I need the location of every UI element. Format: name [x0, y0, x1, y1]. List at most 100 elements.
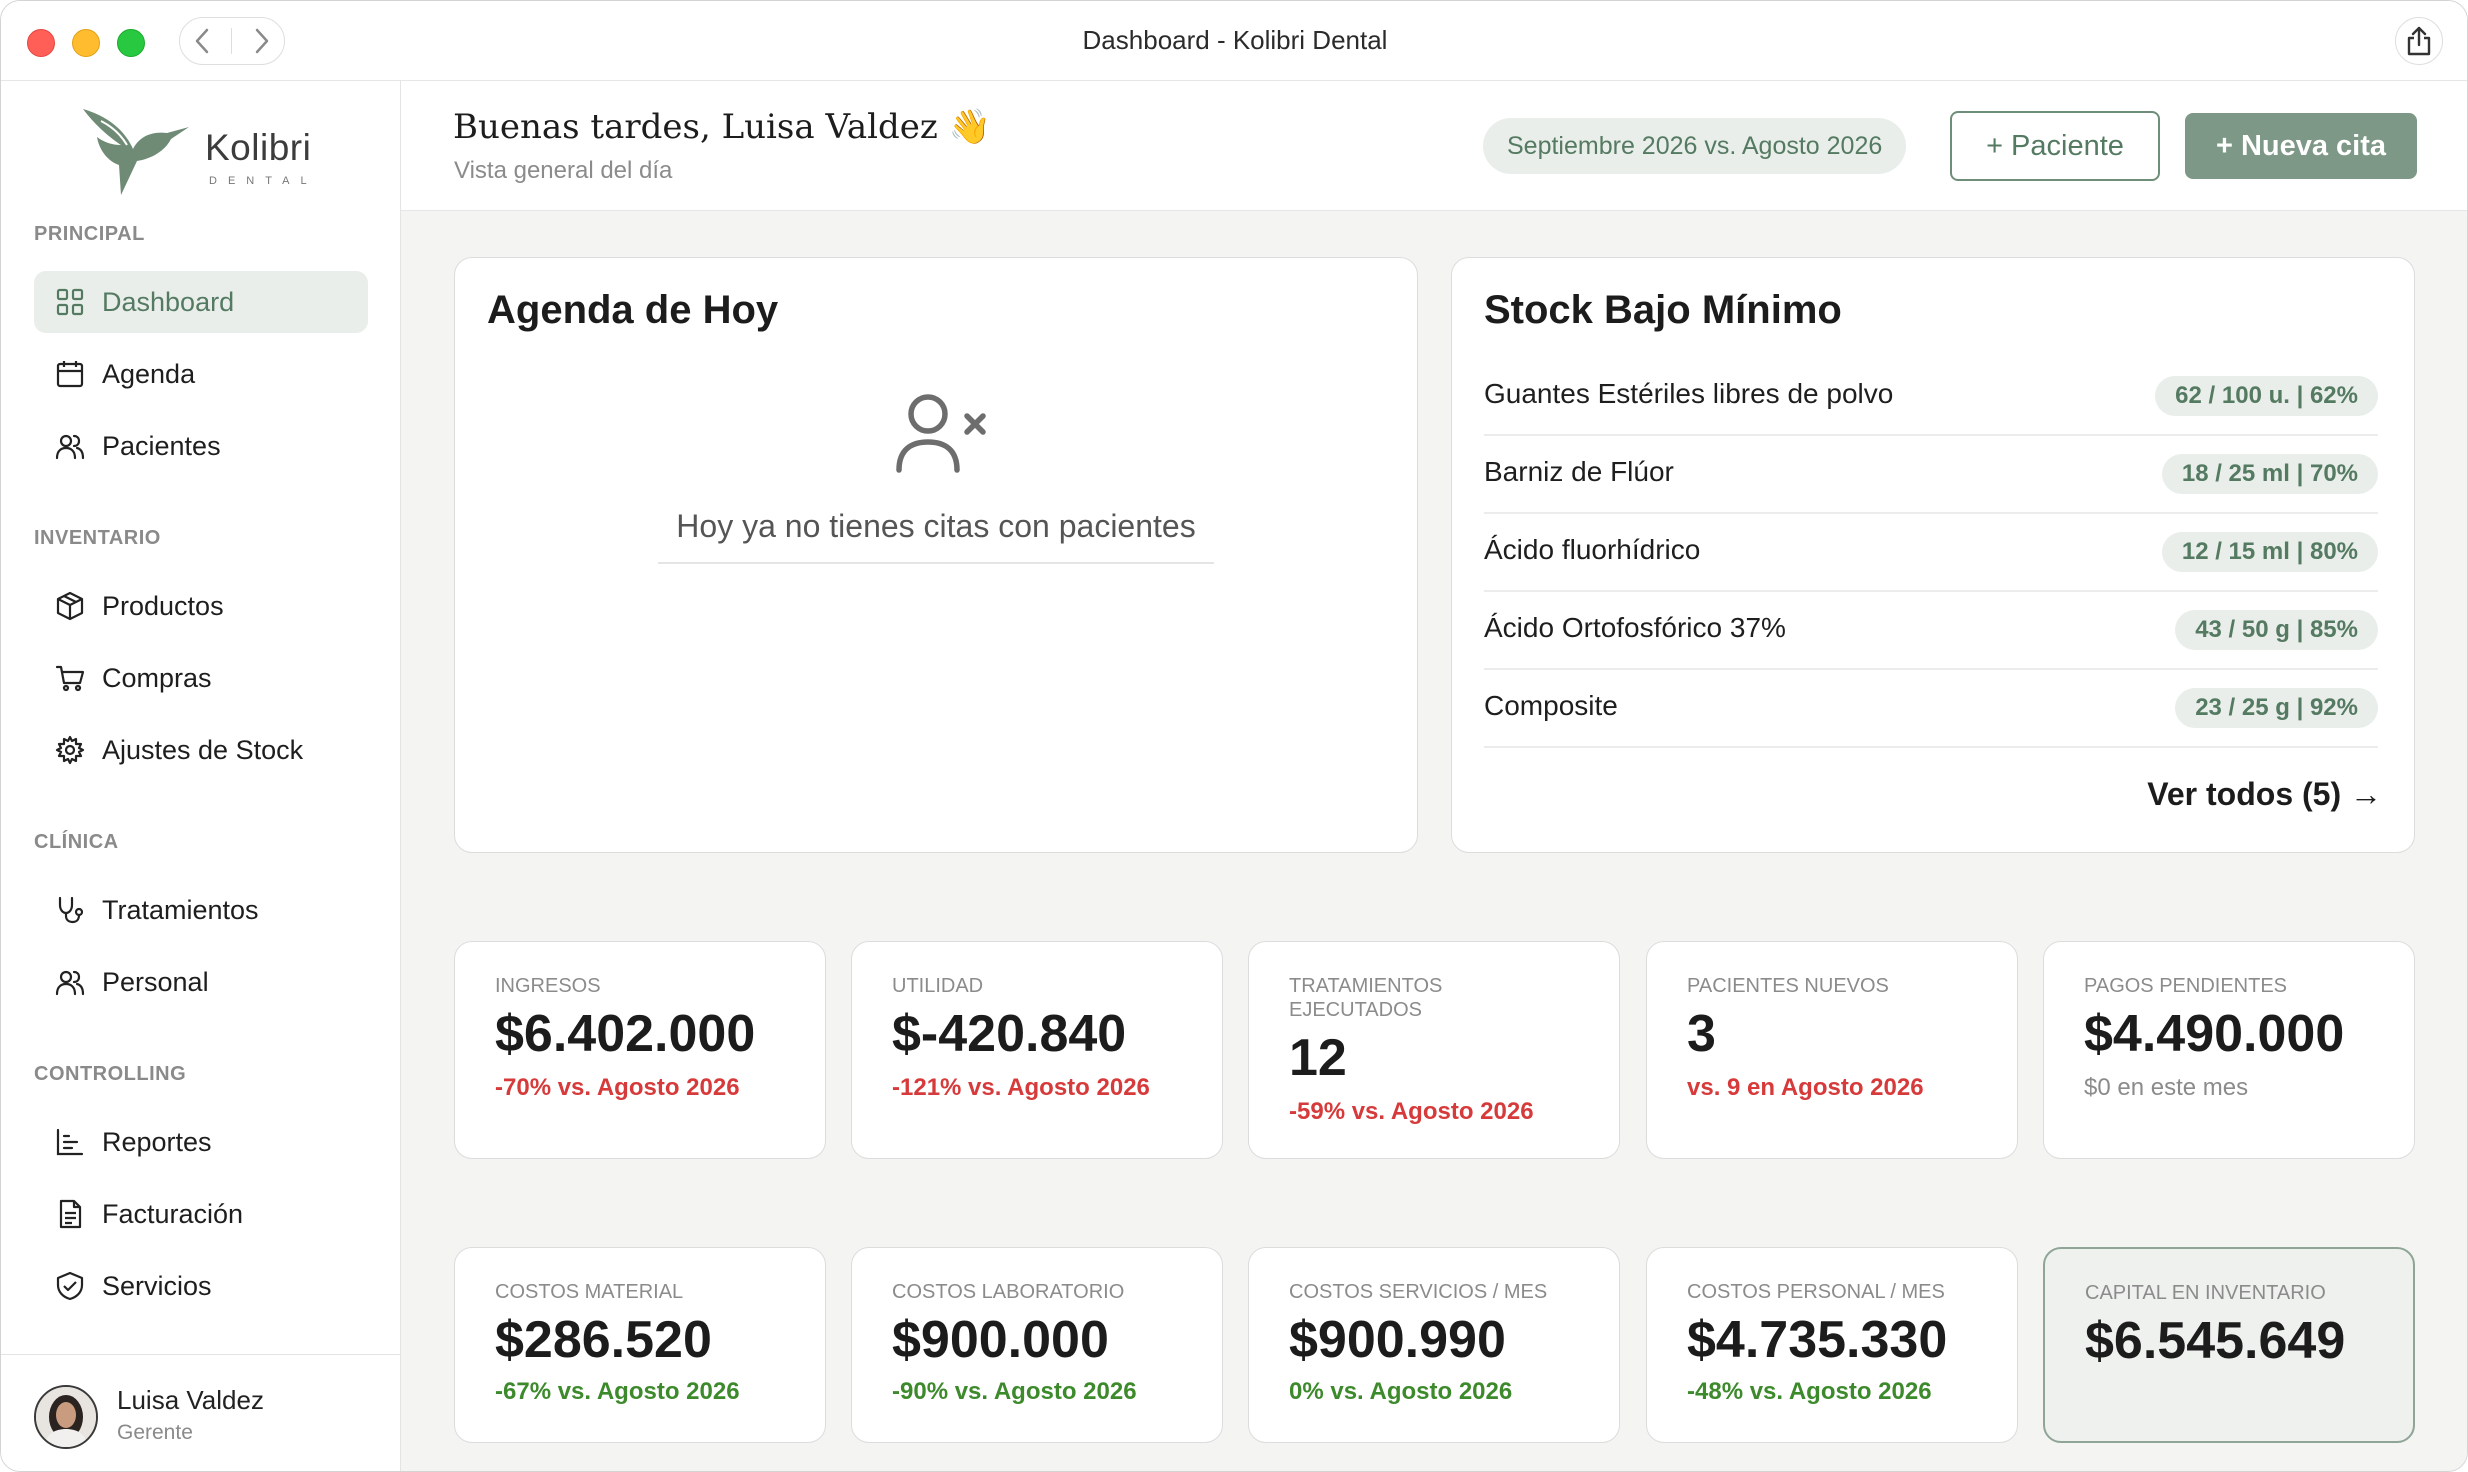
avatar[interactable]: [34, 1385, 98, 1449]
kpi-compare: -121% vs. Agosto 2026: [892, 1074, 1150, 1101]
kpi-card-capital-inventario: CAPITAL EN INVENTARIO $6.545.649: [2043, 1247, 2415, 1443]
kpi-card-tratamientos: TRATAMIENTOS EJECUTADOS 12 -59% vs. Agos…: [1248, 941, 1620, 1159]
stock-badge: 12 / 15 ml | 80%: [2161, 532, 2378, 572]
add-patient-button[interactable]: + Paciente: [1950, 111, 2160, 181]
share-icon: [2407, 26, 2431, 56]
kpi-label: CAPITAL EN INVENTARIO: [2085, 1282, 2326, 1304]
stock-row[interactable]: Guantes Estériles libres de polvo 62 / 1…: [1484, 358, 2378, 436]
stethoscope-icon: [54, 894, 86, 926]
sidebar-item-label: Reportes: [102, 1126, 212, 1157]
kpi-label: PACIENTES NUEVOS: [1687, 975, 1889, 997]
sidebar-item-label: Pacientes: [102, 430, 221, 461]
divider: [658, 562, 1214, 564]
kpi-value: $6.402.000: [495, 1005, 756, 1063]
user-name: Luisa Valdez: [117, 1385, 264, 1415]
kpi-card-pagos-pendientes: PAGOS PENDIENTES $4.490.000 $0 en este m…: [2043, 941, 2415, 1159]
kpi-label: UTILIDAD: [892, 975, 984, 997]
sidebar-item-tratamientos[interactable]: Tratamientos: [34, 879, 368, 941]
window-title: Dashboard - Kolibri Dental: [1082, 25, 1388, 55]
kpi-value: $-420.840: [892, 1005, 1127, 1063]
sidebar-divider: [1, 1354, 401, 1355]
document-icon: [54, 1198, 86, 1230]
sidebar-item-label: Dashboard: [102, 286, 235, 317]
page-header: Buenas tardes, Luisa Valdez 👋 Vista gene…: [401, 81, 2467, 211]
sidebar-item-facturacion[interactable]: Facturación: [34, 1183, 368, 1245]
kpi-value: $4.490.000: [2084, 1005, 2345, 1063]
kpi-label: PAGOS PENDIENTES: [2084, 975, 2288, 997]
shield-icon: [54, 1270, 86, 1302]
app-window: Dashboard - Kolibri Dental Kolibri DENTA…: [0, 0, 2468, 1472]
sidebar-item-servicios[interactable]: Servicios: [34, 1255, 368, 1317]
stock-item-name: Ácido Ortofosfórico 37%: [1484, 612, 1786, 643]
stock-row[interactable]: Ácido Ortofosfórico 37% 43 / 50 g | 85%: [1484, 592, 2378, 670]
sidebar-item-label: Agenda: [102, 358, 196, 389]
kpi-compare: -70% vs. Agosto 2026: [495, 1074, 740, 1101]
sidebar-item-productos[interactable]: Productos: [34, 575, 368, 637]
kpi-value: $4.735.330: [1687, 1311, 1948, 1369]
stock-item-name: Ácido fluorhídrico: [1484, 534, 1701, 565]
gear-icon: [54, 734, 86, 766]
agenda-empty-text: Hoy ya no tienes citas con pacientes: [676, 508, 1196, 544]
sidebar-item-compras[interactable]: Compras: [34, 647, 368, 709]
kpi-value: $6.545.649: [2085, 1312, 2346, 1370]
stock-row[interactable]: Barniz de Flúor 18 / 25 ml | 70%: [1484, 436, 2378, 514]
section-label-controlling: CONTROLLING: [34, 1063, 187, 1085]
view-all-link[interactable]: Ver todos (5) →: [2147, 776, 2382, 813]
grid-icon: [54, 286, 86, 318]
sidebar-item-label: Ajustes de Stock: [102, 734, 304, 765]
box-icon: [54, 590, 86, 622]
stock-badge: 62 / 100 u. | 62%: [2155, 376, 2378, 416]
stock-item-name: Composite: [1484, 690, 1618, 721]
kpi-compare: vs. 9 en Agosto 2026: [1687, 1074, 1924, 1101]
sidebar-item-label: Productos: [102, 590, 224, 621]
kpi-card-costos-servicios: COSTOS SERVICIOS / MES $900.990 0% vs. A…: [1248, 1247, 1620, 1443]
kpi-label: COSTOS LABORATORIO: [892, 1281, 1125, 1303]
brand-name: Kolibri: [205, 127, 312, 168]
kpi-value: $900.990: [1289, 1311, 1506, 1369]
sidebar-item-ajustes-de-stock[interactable]: Ajustes de Stock: [34, 719, 368, 781]
sidebar-item-reportes[interactable]: Reportes: [34, 1111, 368, 1173]
sidebar: Kolibri DENTAL PRINCIPAL Dashboard Agend…: [1, 81, 401, 1471]
calendar-icon: [54, 358, 86, 390]
user-avatar-icon: [36, 1387, 96, 1447]
section-label-clinica: CLÍNICA: [34, 831, 119, 853]
sidebar-item-personal[interactable]: Personal: [34, 951, 368, 1013]
stock-row[interactable]: Ácido fluorhídrico 12 / 15 ml | 80%: [1484, 514, 2378, 592]
period-selector[interactable]: Septiembre 2026 vs. Agosto 2026: [1483, 118, 1907, 174]
agenda-title: Agenda de Hoy: [487, 288, 779, 332]
main-content: Buenas tardes, Luisa Valdez 👋 Vista gene…: [401, 81, 2467, 1471]
kpi-compare: -48% vs. Agosto 2026: [1687, 1378, 1932, 1405]
stock-row[interactable]: Composite 23 / 25 g | 92%: [1484, 670, 2378, 748]
hummingbird-logo-icon: [83, 109, 189, 195]
section-label-inventario: INVENTARIO: [34, 527, 161, 549]
kpi-label: COSTOS SERVICIOS / MES: [1289, 1281, 1548, 1303]
kpi-compare: -59% vs. Agosto 2026: [1289, 1098, 1534, 1125]
stock-badge: 43 / 50 g | 85%: [2175, 610, 2378, 650]
sidebar-item-label: Personal: [102, 966, 209, 997]
user-role: Gerente: [117, 1421, 193, 1444]
kpi-label: COSTOS PERSONAL / MES: [1687, 1281, 1945, 1303]
stock-item-name: Guantes Estériles libres de polvo: [1484, 378, 1894, 409]
page-title: Buenas tardes, Luisa Valdez 👋: [453, 107, 991, 147]
kpi-label: COSTOS MATERIAL: [495, 1281, 684, 1303]
kpi-compare: 0% vs. Agosto 2026: [1289, 1378, 1513, 1405]
kpi-card-utilidad: UTILIDAD $-420.840 -121% vs. Agosto 2026: [851, 941, 1223, 1159]
sidebar-item-label: Compras: [102, 662, 212, 693]
users-icon: [54, 430, 86, 462]
sidebar-item-dashboard[interactable]: Dashboard: [34, 271, 368, 333]
brand-logo: Kolibri DENTAL: [81, 103, 321, 203]
share-button[interactable]: [2395, 17, 2443, 65]
users-icon: [54, 966, 86, 998]
stock-item-name: Barniz de Flúor: [1484, 456, 1674, 487]
new-appointment-button[interactable]: + Nueva cita: [2185, 113, 2417, 179]
kpi-compare: -67% vs. Agosto 2026: [495, 1378, 740, 1405]
sidebar-item-pacientes[interactable]: Pacientes: [34, 415, 368, 477]
kpi-value: $286.520: [495, 1311, 712, 1369]
kpi-value: 3: [1687, 1005, 1716, 1063]
sidebar-item-agenda[interactable]: Agenda: [34, 343, 368, 405]
kpi-compare: $0 en este mes: [2084, 1074, 2249, 1101]
page-subtitle: Vista general del día: [454, 157, 673, 184]
kpi-label: TRATAMIENTOS EJECUTADOS: [1289, 975, 1443, 1021]
title-bar: Dashboard - Kolibri Dental: [1, 1, 2467, 81]
agenda-card: Agenda de Hoy Hoy ya no tienes citas con…: [454, 257, 1418, 853]
